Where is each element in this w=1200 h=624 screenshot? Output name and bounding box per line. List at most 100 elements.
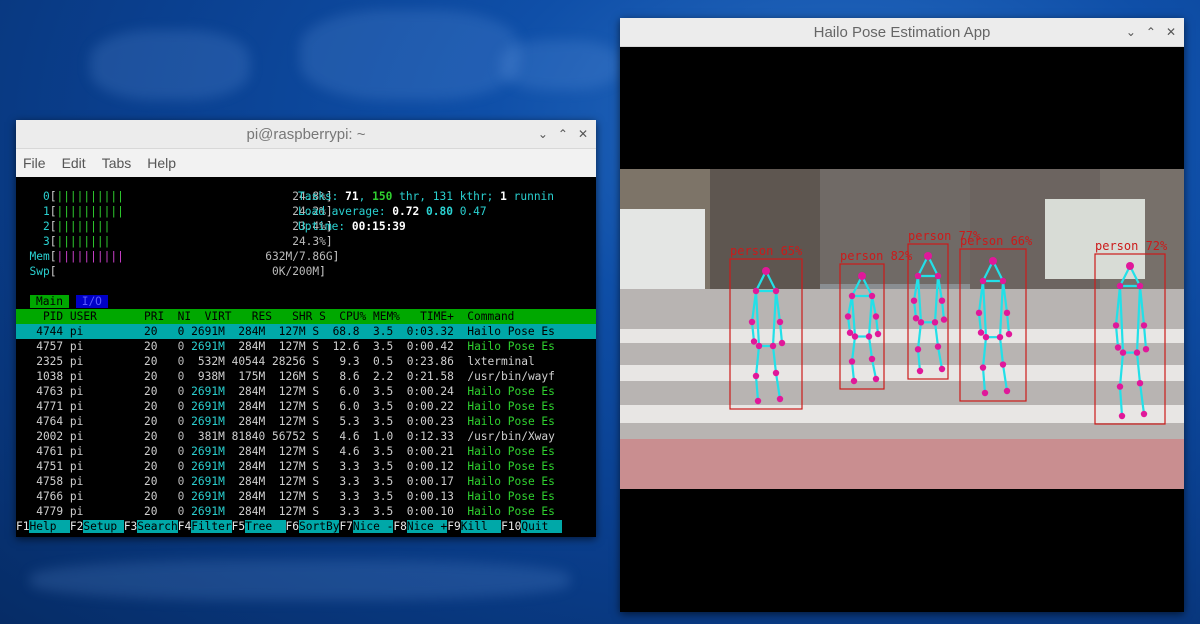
- tab-main[interactable]: Main: [30, 295, 69, 308]
- person-detection: person 72%: [1094, 239, 1168, 425]
- function-key-label[interactable]: Tree: [245, 520, 286, 533]
- skeleton-joint: [916, 367, 924, 375]
- skeleton-joint: [996, 333, 1004, 341]
- skeleton-bone: [981, 367, 987, 394]
- skeleton-joint: [1116, 383, 1124, 390]
- cpu-meter-3: 3[|||||||| 24.3%]: [42, 235, 333, 248]
- function-key-label[interactable]: Filter: [191, 520, 232, 533]
- skeleton-bone: [754, 375, 760, 402]
- function-key-label[interactable]: Quit: [521, 520, 562, 533]
- pose-title-bar[interactable]: Hailo Pose Estimation App ⌄ ⌃ ✕: [620, 18, 1184, 47]
- menu-file[interactable]: File: [23, 155, 46, 171]
- function-key: F10: [501, 520, 522, 533]
- skeleton-joint: [982, 333, 990, 341]
- function-key: F7: [339, 520, 353, 533]
- skeleton-joint: [938, 365, 946, 373]
- process-row[interactable]: 2002 pi 20 0 381M 81840 56752 S 4.6 1.0 …: [16, 429, 555, 444]
- terminal-window[interactable]: pi@raspberrypi: ~ ⌄ ⌃ ✕ File Edit Tabs H…: [16, 120, 596, 537]
- process-row[interactable]: 4744 pi 20 0 2691M 284M 127M S 68.8 3.5 …: [16, 324, 596, 339]
- process-row[interactable]: 4766 pi 20 0 2691M 284M 127M S 3.3 3.5 0…: [16, 489, 555, 504]
- skeleton-joint: [1116, 282, 1124, 290]
- skeleton-bone: [1138, 383, 1146, 415]
- process-table-header[interactable]: PID USER PRI NI VIRT RES SHR S CPU% MEM%…: [16, 309, 596, 324]
- skeleton-joint: [1119, 349, 1127, 356]
- process-row[interactable]: 2325 pi 20 0 532M 40544 28256 S 9.3 0.5 …: [16, 354, 534, 369]
- skeleton-bone: [981, 337, 988, 368]
- skeleton-joint: [979, 277, 987, 285]
- skeleton-joint: [1114, 344, 1122, 351]
- process-row[interactable]: 4757 pi 20 0 2691M 284M 127M S 12.6 3.5 …: [16, 339, 555, 354]
- function-key-label[interactable]: SortBy: [299, 520, 340, 533]
- function-key-label[interactable]: Search: [137, 520, 178, 533]
- skeleton-bone: [754, 290, 761, 347]
- skeleton-bone: [867, 295, 874, 337]
- tab-io[interactable]: I/O: [75, 295, 108, 308]
- detection-box: [907, 243, 949, 380]
- skeleton-joint: [989, 257, 997, 265]
- video-frame: person 65% person 82% person 77% person 66%…: [620, 169, 1184, 489]
- function-key-label[interactable]: Nice +: [406, 520, 448, 533]
- detection-box: [959, 248, 1027, 402]
- function-key-bar: F1Help F2Setup F3SearchF4FilterF5Tree F6…: [16, 519, 596, 534]
- skeleton-bone: [850, 336, 857, 362]
- function-key: F4: [177, 520, 192, 533]
- detection-box: [1094, 253, 1166, 425]
- process-row[interactable]: 4758 pi 20 0 2691M 284M 127M S 3.3 3.5 0…: [16, 474, 555, 489]
- chevron-up-icon[interactable]: ⌃: [1146, 25, 1156, 39]
- skeleton-joint: [752, 372, 760, 380]
- terminal-title-bar[interactable]: pi@raspberrypi: ~ ⌄ ⌃ ✕: [16, 120, 596, 149]
- skeleton-joint: [851, 333, 859, 340]
- process-row[interactable]: 4751 pi 20 0 2691M 284M 127M S 3.3 3.5 0…: [16, 459, 555, 474]
- skeleton-joint: [874, 330, 882, 338]
- detection-label: person 82%: [840, 249, 913, 263]
- function-key-label[interactable]: Setup: [83, 520, 124, 533]
- process-row[interactable]: 4761 pi 20 0 2691M 284M 127M S 4.6 3.5 0…: [16, 444, 555, 459]
- detection-label: person 65%: [730, 244, 803, 258]
- skeleton-joint: [1003, 309, 1011, 317]
- terminal-menubar: File Edit Tabs Help: [16, 149, 596, 178]
- close-icon[interactable]: ✕: [578, 127, 588, 141]
- skeleton-bone: [1135, 352, 1142, 384]
- mem-meter: Mem[|||||||||| 632M/7.86G]: [29, 250, 340, 263]
- swap-meter: Swp[ 0K/200M]: [29, 265, 326, 278]
- skeleton-bone: [771, 290, 778, 347]
- process-row[interactable]: 4779 pi 20 0 2691M 284M 127M S 3.3 3.5 0…: [16, 504, 555, 519]
- function-key-label[interactable]: Help: [29, 520, 70, 533]
- pose-app-window[interactable]: Hailo Pose Estimation App ⌄ ⌃ ✕ person 6…: [620, 18, 1184, 612]
- process-row[interactable]: 4763 pi 20 0 2691M 284M 127M S 6.0 3.5 0…: [16, 384, 555, 399]
- person-detection: person 77%: [907, 229, 981, 380]
- skeleton-joint: [1136, 380, 1144, 387]
- process-row[interactable]: 4771 pi 20 0 2691M 284M 127M S 6.0 3.5 0…: [16, 399, 555, 414]
- cpu-meter-1: 1[|||||||||| 24.2%]: [42, 205, 333, 218]
- chevron-down-icon[interactable]: ⌄: [538, 127, 548, 141]
- htop-tabs: Main I/O: [30, 294, 108, 309]
- process-row[interactable]: 1038 pi 20 0 938M 175M 126M S 8.6 2.2 0:…: [16, 369, 555, 384]
- process-row[interactable]: 4764 pi 20 0 2691M 284M 127M S 5.3 3.5 0…: [16, 414, 555, 429]
- skeleton-joint: [999, 361, 1007, 368]
- skeleton-joint: [938, 297, 946, 304]
- htop-output[interactable]: 0[|||||||||| 24.8%] 1[|||||||||| 24.2%] …: [16, 177, 596, 537]
- function-key-label[interactable]: Nice -: [352, 520, 394, 533]
- load-average: Load average: 0.72 0.80 0.47: [298, 205, 487, 218]
- skeleton-bone: [867, 336, 874, 360]
- skeleton-joint: [910, 297, 918, 304]
- tasks-summary: Tasks: 71, 150 thr, 131 kthr; 1 runnin: [298, 190, 555, 203]
- skeleton-joint: [999, 277, 1007, 285]
- function-key-label[interactable]: Kill: [460, 520, 502, 533]
- skeleton-joint: [1140, 410, 1148, 418]
- chevron-up-icon[interactable]: ⌃: [558, 127, 568, 141]
- menu-help[interactable]: Help: [147, 155, 176, 171]
- skeleton-joint: [748, 318, 756, 326]
- skeleton-bone: [933, 275, 940, 323]
- menu-tabs[interactable]: Tabs: [102, 155, 132, 171]
- close-icon[interactable]: ✕: [1166, 25, 1176, 39]
- uptime: Uptime: 00:15:39: [298, 220, 406, 233]
- skeleton-joint: [979, 364, 987, 371]
- skeleton-bone: [933, 322, 940, 347]
- skeleton-bone: [998, 280, 1005, 338]
- cpu-meter-0: 0[|||||||||| 24.8%]: [42, 190, 333, 203]
- chevron-down-icon[interactable]: ⌄: [1126, 25, 1136, 39]
- function-key: F6: [285, 520, 300, 533]
- menu-edit[interactable]: Edit: [62, 155, 86, 171]
- skeleton-bone: [1001, 364, 1009, 392]
